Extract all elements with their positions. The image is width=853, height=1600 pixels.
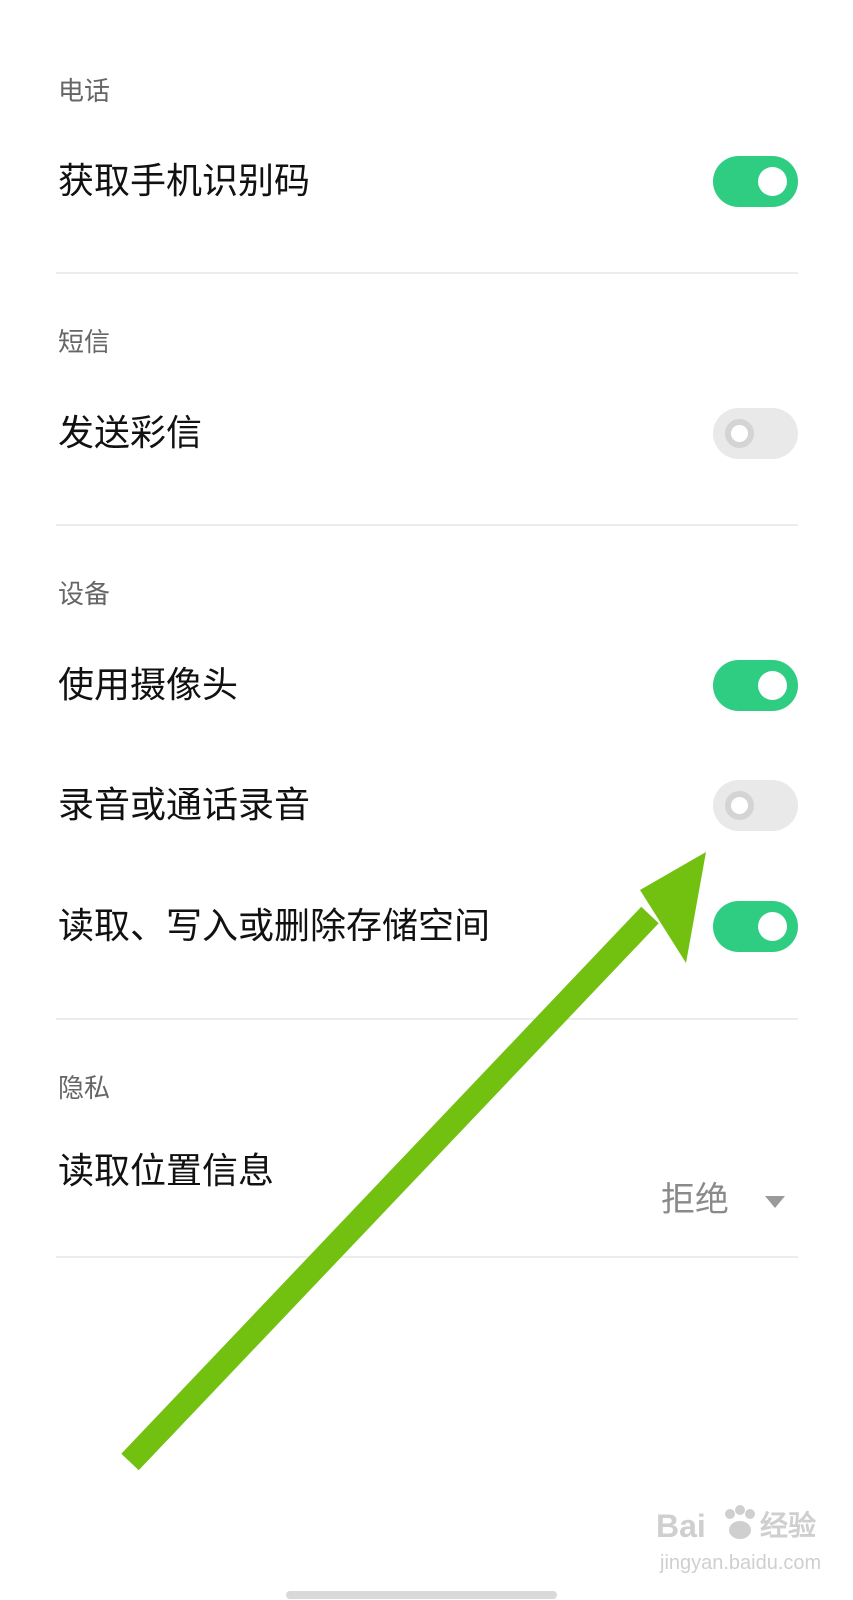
paw-icon [725,1505,755,1539]
watermark-url: jingyan.baidu.com [660,1552,822,1574]
toggle-knob [758,912,787,941]
setting-label-record-audio: 录音或通话录音 [58,785,311,826]
setting-label-send-mms: 发送彩信 [58,413,203,454]
toggle-knob [758,671,787,700]
toggle-record-audio[interactable] [713,780,798,831]
location-permission-select[interactable]: 拒绝 [640,1176,800,1226]
location-permission-value: 拒绝 [661,1180,729,1220]
toggle-device-id[interactable] [713,156,798,207]
section-title-privacy: 隐私 [58,1074,111,1104]
triangle-down-icon [765,1196,785,1208]
divider [56,1256,798,1258]
toggle-send-mms[interactable] [713,408,798,459]
toggle-knob [725,791,754,820]
setting-label-device-id: 获取手机识别码 [58,161,311,202]
setting-label-camera: 使用摄像头 [58,665,239,706]
watermark-brand-cn: 经验 [760,1510,817,1541]
toggle-knob [725,419,754,448]
divider [56,524,798,526]
toggle-knob [758,167,787,196]
toggle-storage[interactable] [713,901,798,952]
setting-label-storage: 读取、写入或删除存储空间 [58,906,491,947]
watermark-brand: Bai [656,1508,706,1544]
divider [56,272,798,274]
baidu-jingyan-watermark: Bai 经验 jingyan.baidu.com [650,1500,822,1590]
section-title-device: 设备 [58,580,111,610]
setting-label-location: 读取位置信息 [58,1151,275,1192]
section-title-sms: 短信 [58,328,111,358]
toggle-camera[interactable] [713,660,798,711]
divider [56,1018,798,1020]
home-indicator[interactable] [286,1591,557,1599]
section-title-phone: 电话 [58,77,111,107]
